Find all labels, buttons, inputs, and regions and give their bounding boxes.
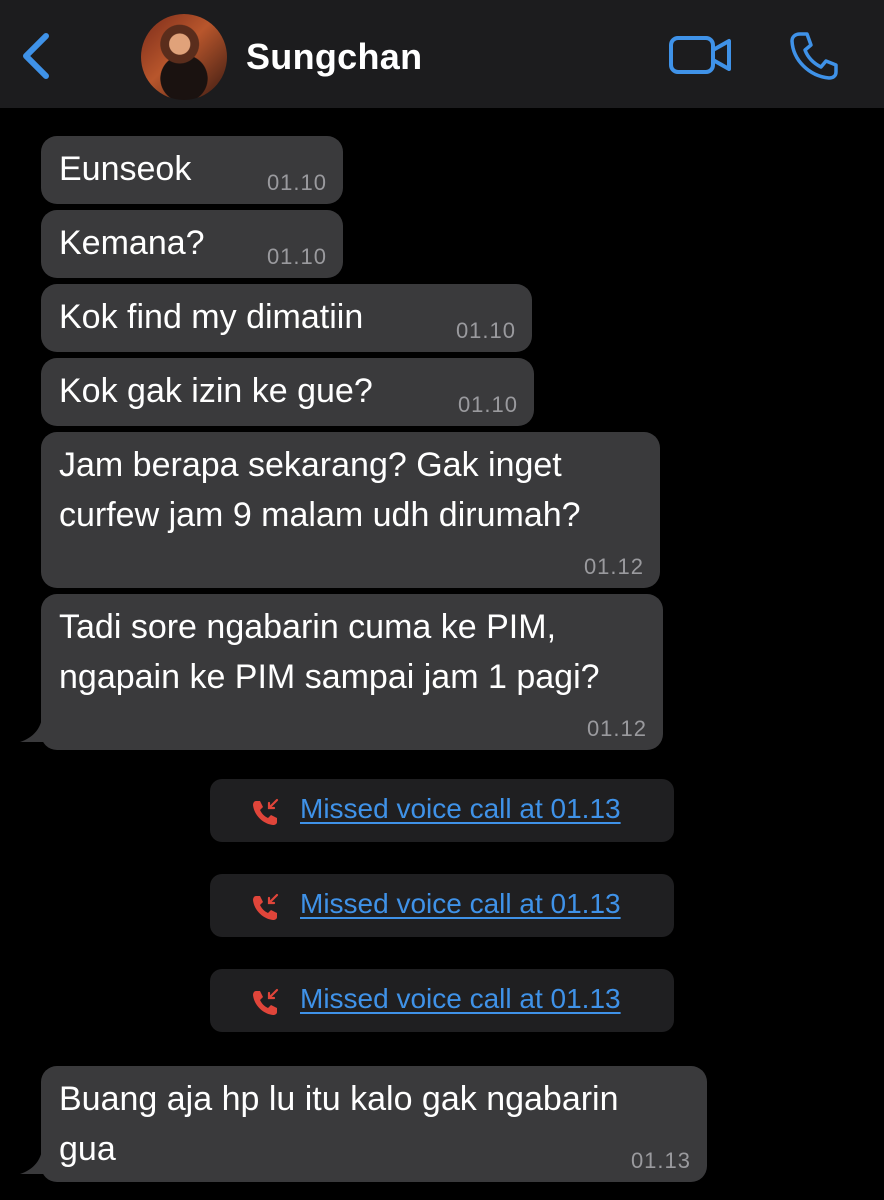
message-bubble[interactable]: Jam berapa sekarang? Gak inget curfew ja… [41,432,660,588]
message-time: 01.10 [266,244,327,269]
avatar[interactable] [141,14,227,100]
video-camera-icon[interactable] [668,34,732,76]
missed-call-icon [253,798,279,825]
message-bubble[interactable]: Eunseok 01.10 [41,136,343,204]
missed-call-link[interactable]: Missed voice call at 01.13 [300,888,621,920]
chevron-left-icon[interactable] [18,30,54,82]
missed-call-icon [253,893,279,920]
bubble-tail [20,718,48,742]
message-bubble[interactable]: Kemana? 01.10 [41,210,343,278]
message-text: Tadi sore ngabarin cuma ke PIM, ngapain … [59,608,600,696]
message-time: 01.13 [630,1148,691,1173]
message-text: Buang aja hp lu itu kalo gak ngabarin gu… [59,1080,619,1168]
message-bubble[interactable]: Kok find my dimatiin 01.10 [41,284,532,352]
message-time: 01.12 [583,554,644,579]
message-time: 01.10 [457,392,518,417]
message-time: 01.10 [266,170,327,195]
message-time: 01.10 [455,318,516,343]
message-text: Kok gak izin ke gue? [59,372,373,410]
message-text: Kok find my dimatiin [59,298,364,336]
missed-call-notice[interactable]: Missed voice call at 01.13 [210,779,674,842]
bubble-tail [20,1150,48,1174]
message-text: Kemana? [59,224,205,262]
missed-call-notice[interactable]: Missed voice call at 01.13 [210,874,674,937]
message-text: Jam berapa sekarang? Gak inget curfew ja… [59,446,581,534]
message-bubble[interactable]: Kok gak izin ke gue? 01.10 [41,358,534,426]
message-bubble[interactable]: Buang aja hp lu itu kalo gak ngabarin gu… [41,1066,707,1182]
missed-call-link[interactable]: Missed voice call at 01.13 [300,983,621,1015]
message-bubble[interactable]: Tadi sore ngabarin cuma ke PIM, ngapain … [41,594,663,750]
message-text: Eunseok [59,150,192,188]
contact-name[interactable]: Sungchan [246,36,422,78]
missed-call-link[interactable]: Missed voice call at 01.13 [300,793,621,825]
phone-icon[interactable] [788,30,838,82]
message-time: 01.12 [586,716,647,741]
chat-header: Sungchan [0,0,884,108]
missed-call-notice[interactable]: Missed voice call at 01.13 [210,969,674,1032]
missed-call-icon [253,988,279,1015]
